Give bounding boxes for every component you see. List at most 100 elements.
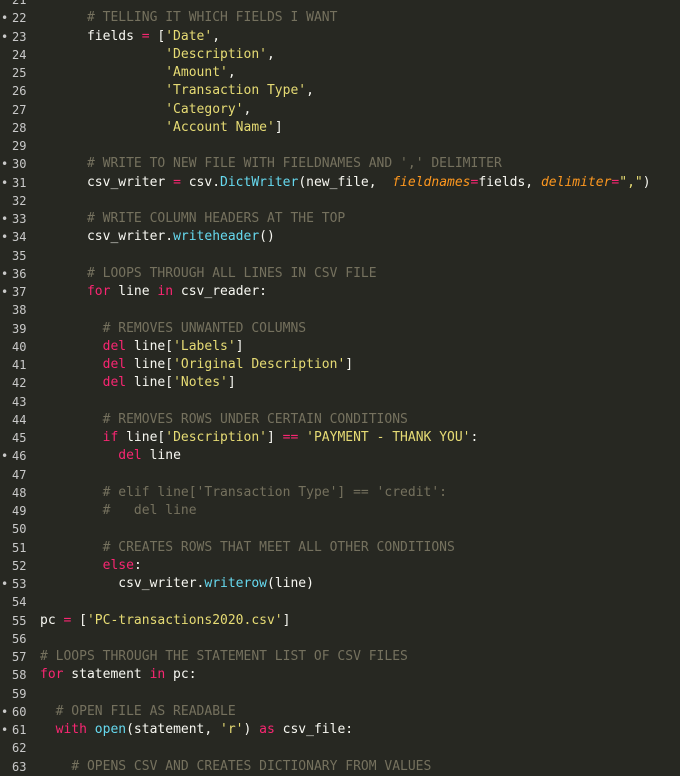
line-gutter: • 34 <box>0 228 32 246</box>
code-line[interactable]: • 34 csv_writer.writeheader() <box>0 228 680 246</box>
line-gutter: 57 <box>0 648 32 666</box>
code-line[interactable]: 39 # REMOVES UNWANTED COLUMNS <box>0 320 680 338</box>
code-line[interactable]: • 46 del line <box>0 447 680 465</box>
line-number: 55 <box>12 613 27 628</box>
line-gutter: 35 <box>0 247 32 265</box>
code-line[interactable]: 51 # CREATES ROWS THAT MEET ALL OTHER CO… <box>0 539 680 557</box>
code-token: for <box>40 667 64 683</box>
modified-marker-icon: • <box>1 212 9 226</box>
code-line[interactable]: 29 <box>0 137 680 155</box>
code-line[interactable]: 21 <box>0 0 680 9</box>
code-text: csv_writer.writerow(line) <box>40 575 680 593</box>
line-number: 26 <box>12 84 27 99</box>
code-line[interactable]: • 23 fields = ['Date', <box>0 28 680 46</box>
code-line[interactable]: 44 # REMOVES ROWS UNDER CERTAIN CONDITIO… <box>0 411 680 429</box>
line-gutter: 42 <box>0 374 32 392</box>
line-gutter: 27 <box>0 101 32 119</box>
code-token: csv_writer. <box>40 576 205 591</box>
code-line[interactable]: 57 # LOOPS THROUGH THE STATEMENT LIST OF … <box>0 648 680 666</box>
code-line[interactable]: 58 for statement in pc: <box>0 666 680 684</box>
code-line[interactable]: 52 else: <box>0 557 680 575</box>
code-line[interactable]: 32 <box>0 192 680 210</box>
code-line[interactable]: 59 <box>0 685 680 703</box>
code-token: = <box>173 174 181 190</box>
code-text: del line['Original Description'] <box>40 356 680 374</box>
code-text: 'Description', <box>40 46 680 64</box>
modified-marker-icon: • <box>1 704 9 719</box>
line-number: 54 <box>12 595 27 610</box>
code-line[interactable]: 28 'Account Name'] <box>0 119 680 137</box>
code-text: # LOOPS THROUGH THE STATEMENT LIST OF CS… <box>40 648 680 666</box>
code-line[interactable]: 24 'Description', <box>0 46 680 64</box>
code-line[interactable]: • 37 for line in csv_reader: <box>0 283 680 301</box>
code-line[interactable]: • 31 csv_writer = csv.DictWriter(new_file… <box>0 174 680 192</box>
code-line[interactable]: 49 # del line <box>0 502 680 520</box>
line-gutter: 39 <box>0 320 32 338</box>
code-token: , <box>266 46 275 62</box>
line-gutter: 48 <box>0 484 32 502</box>
code-line[interactable]: • 60 # OPEN FILE AS READABLE <box>0 703 680 721</box>
code-text: 'Transaction Type', <box>40 82 680 100</box>
code-token: fields, <box>478 174 541 190</box>
line-gutter: • 53 <box>0 575 32 593</box>
code-text: pc = ['PC-transactions2020.csv'] <box>40 612 680 630</box>
code-line[interactable]: 54 <box>0 593 680 611</box>
code-line[interactable]: 40 del line['Labels'] <box>0 338 680 356</box>
line-gutter: 62 <box>0 739 32 757</box>
line-number: 29 <box>12 139 27 153</box>
code-line[interactable]: • 61 with open(statement, 'r') as csv_fil… <box>0 721 680 739</box>
code-line[interactable]: 45 if line['Description'] == 'PAYMENT - … <box>0 429 680 447</box>
code-line[interactable]: 56 <box>0 630 680 648</box>
code-line[interactable]: • 22 # TELLING IT WHICH FIELDS I WANT <box>0 9 680 27</box>
line-number: 49 <box>12 504 27 518</box>
line-gutter: • 23 <box>0 28 32 46</box>
code-line[interactable]: 25 'Amount', <box>0 64 680 82</box>
code-token: 'Description' <box>165 430 267 445</box>
code-token: 'Labels' <box>173 338 236 354</box>
code-token: : <box>470 430 479 445</box>
line-gutter: 59 <box>0 685 32 703</box>
code-token: ] <box>274 119 283 135</box>
code-text: for line in csv_reader: <box>40 283 680 301</box>
code-line[interactable]: 38 <box>0 301 680 319</box>
code-line[interactable]: 27 'Category', <box>0 101 680 119</box>
code-token: csv_writer <box>40 174 174 190</box>
code-line[interactable]: 62 <box>0 739 680 757</box>
code-line[interactable]: 42 del line['Notes'] <box>0 374 680 392</box>
code-line[interactable]: 26 'Transaction Type', <box>0 82 680 100</box>
code-text: for statement in pc: <box>40 666 680 684</box>
line-number: 39 <box>12 321 27 336</box>
line-number: 41 <box>12 358 27 372</box>
code-editor[interactable]: 21 • 22 # TELLING IT WHICH FIELDS I WANT • 2… <box>0 0 680 776</box>
code-line[interactable]: 50 <box>0 520 680 538</box>
code-token: line[ <box>126 357 174 372</box>
code-line[interactable]: 55 pc = ['PC-transactions2020.csv'] <box>0 612 680 630</box>
code-line[interactable]: 63 # OPENS CSV AND CREATES DICTIONARY FR… <box>0 758 680 776</box>
line-gutter: 29 <box>0 137 32 155</box>
code-token: = <box>141 28 150 44</box>
code-token: 'PC-transactions2020.csv' <box>86 612 283 628</box>
code-line[interactable]: 41 del line['Original Description'] <box>0 356 680 374</box>
code-token: 'Transaction Type' <box>165 83 307 99</box>
code-token: 'PAYMENT - THANK YOU' <box>306 430 471 445</box>
code-line[interactable]: • 53 csv_writer.writerow(line) <box>0 575 680 593</box>
code-line[interactable]: • 33 # WRITE COLUMN HEADERS AT THE TOP <box>0 210 680 228</box>
code-line[interactable]: 35 <box>0 247 680 265</box>
code-token: ) <box>642 174 651 190</box>
line-gutter: • 61 <box>0 721 32 739</box>
code-line[interactable]: • 30 # WRITE TO NEW FILE WITH FIELDNAMES … <box>0 155 680 173</box>
code-text: 'Category', <box>40 101 680 119</box>
code-line[interactable]: 43 <box>0 393 680 411</box>
code-line[interactable]: 48 # elif line['Transaction Type'] == 'c… <box>0 484 680 502</box>
modified-marker-icon: • <box>1 157 9 172</box>
code-line[interactable]: 47 <box>0 466 680 484</box>
code-line[interactable]: • 36 # LOOPS THROUGH ALL LINES IN CSV FIL… <box>0 265 680 283</box>
